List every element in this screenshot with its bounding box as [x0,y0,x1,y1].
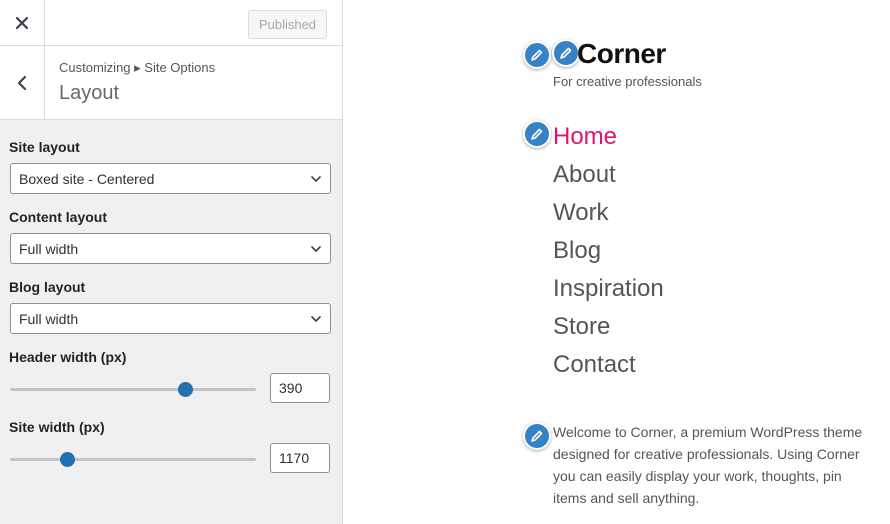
section-header: Customizing ▸ Site Options Layout [0,46,342,120]
pencil-icon [531,128,543,140]
blog-layout-select[interactable]: Full width [10,303,331,334]
blog-layout-value: Full width [19,310,79,327]
nav-item-work[interactable]: Work [553,199,609,227]
site-width-slider-thumb[interactable] [59,452,75,467]
breadcrumb: Customizing ▸ Site Options [59,60,216,75]
blog-layout-label: Blog layout [9,279,86,295]
site-width-input[interactable]: 1170 [270,443,330,473]
content-layout-value: Full width [19,240,79,257]
site-logo[interactable]: Corner [577,38,666,70]
section-title: Layout [59,82,120,104]
site-preview: Corner For creative professionals Home A… [343,0,890,524]
close-icon [16,17,28,29]
intro-text: Welcome to Corner, a premium WordPress t… [553,424,863,506]
edit-logo-button[interactable] [523,41,551,69]
chevron-down-icon [311,176,321,182]
nav-item-blog[interactable]: Blog [553,237,601,265]
site-tagline: For creative professionals [553,74,702,89]
edit-site-title-button[interactable] [552,39,580,67]
pencil-icon [531,49,543,61]
nav-item-contact[interactable]: Contact [553,351,636,379]
content-layout-select[interactable]: Full width [10,233,331,264]
edit-intro-button[interactable] [523,422,551,450]
site-layout-value: Boxed site - Centered [19,170,155,187]
header-width-label: Header width (px) [9,349,127,365]
site-layout-label: Site layout [9,139,80,155]
chevron-left-icon [17,75,27,91]
close-button[interactable] [0,0,45,46]
publish-button[interactable]: Published [248,10,327,39]
site-width-slider[interactable] [10,452,256,467]
site-layout-select[interactable]: Boxed site - Centered [10,163,331,194]
nav-item-about[interactable]: About [553,161,616,189]
pencil-icon [531,430,543,442]
pencil-icon [560,47,572,59]
edit-menu-button[interactable] [523,120,551,148]
header-width-input[interactable]: 390 [270,373,330,403]
back-button[interactable] [0,46,45,120]
chevron-down-icon [311,246,321,252]
nav-item-inspiration[interactable]: Inspiration [553,275,664,303]
nav-item-store[interactable]: Store [553,313,610,341]
content-layout-label: Content layout [9,209,107,225]
chevron-down-icon [311,316,321,322]
customizer-sidebar: Published Customizing ▸ Site Options Lay… [0,0,343,524]
site-width-label: Site width (px) [9,419,105,435]
nav-item-home[interactable]: Home [553,123,617,151]
customizer-header: Published [0,0,342,46]
header-width-slider[interactable] [10,382,256,397]
header-width-slider-thumb[interactable] [177,382,193,397]
